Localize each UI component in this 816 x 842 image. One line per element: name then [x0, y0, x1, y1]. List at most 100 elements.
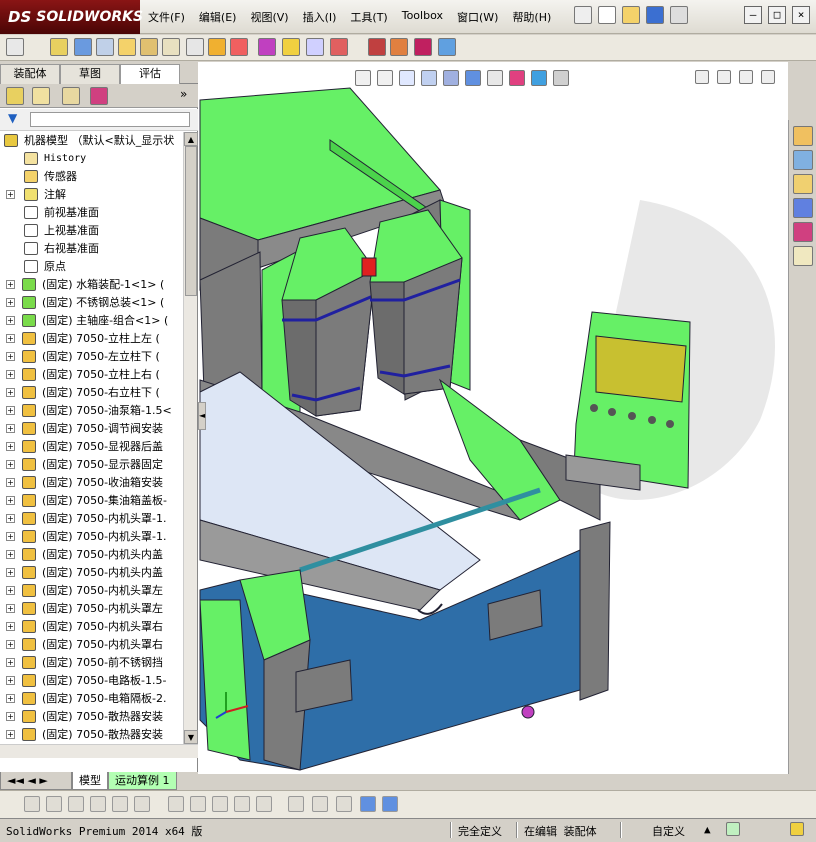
tree-item[interactable]: + (固定) 7050-电路板-1.5- — [0, 672, 184, 690]
tree-item[interactable]: + (固定) 7050-内机头罩-1. — [0, 510, 184, 528]
section-view-icon[interactable] — [421, 70, 437, 86]
solidworks-resources-icon[interactable] — [793, 126, 813, 146]
corner-rectangle-icon[interactable] — [234, 796, 250, 812]
menu-file[interactable]: 文件(F) — [148, 9, 185, 25]
tree-item[interactable]: + (固定) 7050-内机头罩右 — [0, 618, 184, 636]
expand-icon[interactable]: + — [6, 694, 15, 703]
scroll-up-icon[interactable]: ▲ — [184, 132, 198, 146]
configuration-manager-icon[interactable] — [62, 87, 80, 105]
tree-item[interactable]: 上视基准面 — [0, 222, 184, 240]
menu-window[interactable]: 窗口(W) — [457, 9, 498, 25]
viewport-restore-icon[interactable] — [739, 70, 753, 84]
expand-icon[interactable]: + — [6, 334, 15, 343]
edit-appearance-icon[interactable] — [509, 70, 525, 86]
insert-component-icon[interactable] — [50, 38, 68, 56]
restore-icon[interactable]: □ — [768, 6, 786, 24]
menu-view[interactable]: 视图(V) — [250, 9, 288, 25]
tree-item[interactable]: + (固定) 7050-右立柱下 ( — [0, 384, 184, 402]
chamfer-icon[interactable] — [190, 796, 206, 812]
smart-dimension-icon[interactable] — [288, 796, 304, 812]
tree-root[interactable]: 机器模型 （默认<默认_显示状 — [0, 132, 184, 150]
tree-horizontal-scrollbar[interactable] — [0, 744, 198, 758]
expand-icon[interactable]: + — [6, 640, 15, 649]
tree-item[interactable]: + (固定) 7050-内机头内盖 — [0, 564, 184, 582]
expand-icon[interactable]: + — [6, 388, 15, 397]
tree-item[interactable]: 右视基准面 — [0, 240, 184, 258]
expand-icon[interactable]: + — [6, 712, 15, 721]
tree-item[interactable]: 前视基准面 — [0, 204, 184, 222]
expand-icon[interactable]: + — [6, 586, 15, 595]
expand-icon[interactable]: + — [6, 460, 15, 469]
view-orientation-icon[interactable] — [443, 70, 459, 86]
relations-icon[interactable] — [336, 796, 352, 812]
appearance-icon[interactable] — [258, 38, 276, 56]
tab-sketch[interactable]: 草图 — [60, 64, 120, 84]
expand-icon[interactable]: + — [6, 442, 15, 451]
interference-icon[interactable] — [230, 38, 248, 56]
tree-item[interactable]: + (固定) 7050-前不锈钢挡 — [0, 654, 184, 672]
grid-icon[interactable] — [312, 796, 328, 812]
display-manager-icon[interactable] — [90, 87, 108, 105]
measure-icon[interactable] — [186, 38, 204, 56]
expand-icon[interactable]: + — [6, 424, 15, 433]
file-explorer-icon[interactable] — [793, 174, 813, 194]
polygon-icon[interactable] — [90, 796, 106, 812]
expand-icon[interactable]: + — [6, 280, 15, 289]
tree-item[interactable]: + (固定) 主轴座-组合<1> ( — [0, 312, 184, 330]
fillet-icon[interactable] — [168, 796, 184, 812]
tree-item[interactable]: 原点 — [0, 258, 184, 276]
viewport-minimize-icon[interactable] — [717, 70, 731, 84]
rebuild-status-icon[interactable] — [726, 822, 740, 836]
appearances-icon[interactable] — [793, 222, 813, 242]
expand-icon[interactable]: + — [6, 370, 15, 379]
feature-manager-icon[interactable] — [6, 87, 24, 105]
menu-toolbox[interactable]: Toolbox — [402, 9, 443, 25]
custom-properties-icon[interactable] — [793, 246, 813, 266]
line-icon[interactable] — [68, 796, 84, 812]
tab-model[interactable]: 模型 — [72, 772, 108, 790]
3d-view-icon[interactable] — [360, 796, 376, 812]
menu-edit[interactable]: 编辑(E) — [199, 9, 237, 25]
zoom-to-fit-icon[interactable] — [355, 70, 371, 86]
tree-item[interactable]: + (固定) 7050-内机头罩右 — [0, 636, 184, 654]
smart-fasteners-icon[interactable] — [118, 38, 136, 56]
tree-item[interactable]: + (固定) 7050-显示器固定 — [0, 456, 184, 474]
tree-item[interactable]: + (固定) 不锈钢总装<1> ( — [0, 294, 184, 312]
mass-properties-icon[interactable] — [208, 38, 226, 56]
tree-item[interactable]: + (固定) 7050-调节阀安装 — [0, 420, 184, 438]
tree-item[interactable]: + (固定) 7050-油泵箱-1.5< — [0, 402, 184, 420]
trim-icon[interactable] — [134, 796, 150, 812]
expand-icon[interactable]: + — [6, 352, 15, 361]
tab-nav-arrows[interactable]: ◄◄ ◄ ► ►► — [0, 772, 72, 804]
construction-geometry-icon[interactable] — [256, 796, 272, 812]
display-style-icon[interactable] — [465, 70, 481, 86]
photoview-icon[interactable] — [438, 38, 456, 56]
expand-icon[interactable]: + — [6, 316, 15, 325]
expand-icon[interactable]: + — [6, 658, 15, 667]
tree-item[interactable]: + (固定) 7050-内机头罩左 — [0, 600, 184, 618]
move-component-icon[interactable] — [140, 38, 158, 56]
open-folder-icon[interactable] — [622, 6, 640, 24]
status-units[interactable]: 自定义 — [652, 823, 685, 839]
view-palette-icon[interactable] — [793, 198, 813, 218]
tree-item[interactable]: + (固定) 7050-立柱上左 ( — [0, 330, 184, 348]
tree-item[interactable]: + (固定) 7050-立柱上右 ( — [0, 366, 184, 384]
tree-vertical-scrollbar[interactable]: ▲ ▼ — [183, 132, 198, 744]
show-hidden-icon[interactable] — [162, 38, 180, 56]
select-icon[interactable] — [6, 38, 24, 56]
new-document-icon[interactable] — [598, 6, 616, 24]
units-dropdown-icon[interactable]: ▲ — [704, 823, 711, 836]
offset-icon[interactable] — [212, 796, 228, 812]
expand-icon[interactable]: + — [6, 622, 15, 631]
menu-help[interactable]: 帮助(H) — [512, 9, 551, 25]
tree-item[interactable]: + (固定) 7050-集油箱盖板- — [0, 492, 184, 510]
tab-assembly[interactable]: 装配体 — [0, 64, 60, 84]
centerline-icon[interactable] — [112, 796, 128, 812]
zoom-area-icon[interactable] — [377, 70, 393, 86]
warning-icon[interactable] — [282, 38, 300, 56]
point-icon[interactable] — [24, 796, 40, 812]
print-icon[interactable] — [670, 6, 688, 24]
expand-icon[interactable]: + — [6, 550, 15, 559]
scroll-thumb[interactable] — [185, 146, 197, 296]
tree-item[interactable]: + (固定) 7050-收油箱安装 — [0, 474, 184, 492]
